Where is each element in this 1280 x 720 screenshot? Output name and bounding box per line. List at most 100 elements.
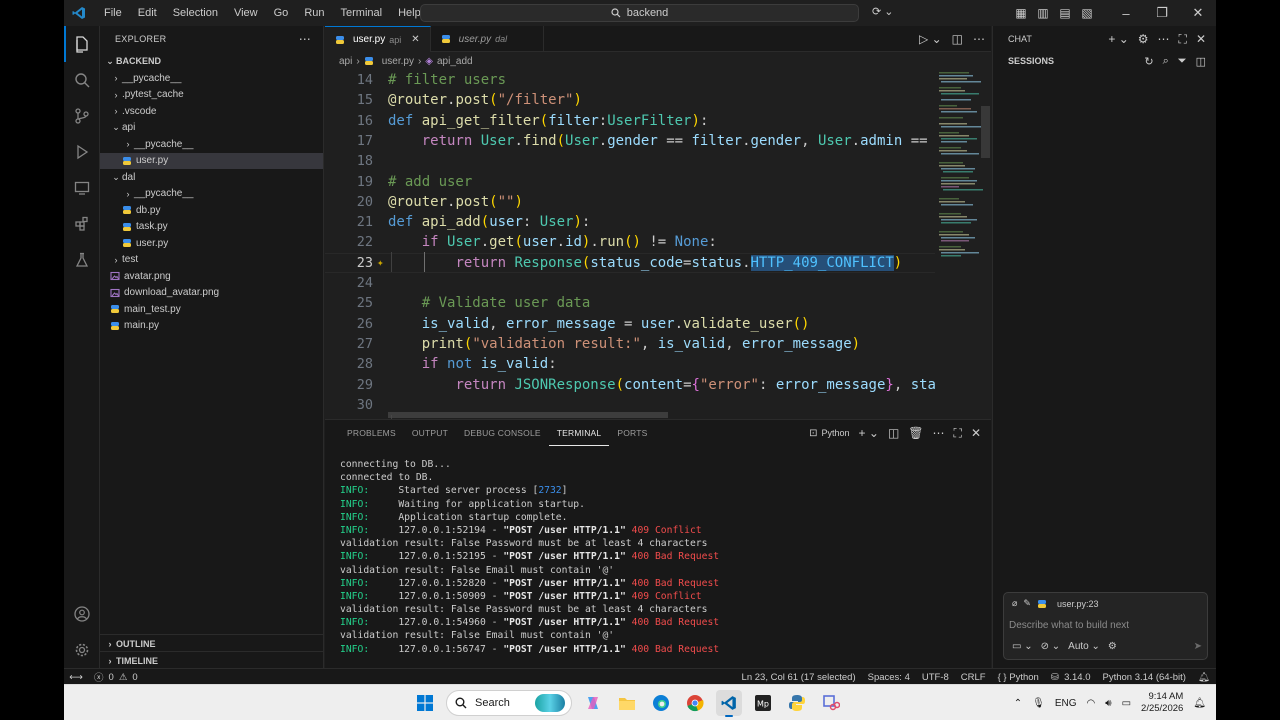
run-debug-icon[interactable] — [64, 134, 100, 170]
terminal-output[interactable]: connecting to DB... connected to DB. INFO:… — [340, 458, 980, 656]
chat-placeholder[interactable]: Describe what to build next — [1009, 620, 1129, 631]
tab-problems[interactable]: PROBLEMS — [339, 420, 404, 446]
agent-mode-icon[interactable]: ▭ ⌄ — [1012, 641, 1033, 652]
terminal-shell-selector[interactable]: ⊡ Python — [809, 428, 849, 439]
tools-icon[interactable]: ⚙ — [1108, 641, 1117, 652]
tree-item[interactable]: user.py — [100, 152, 323, 169]
tab-ports[interactable]: PORTS — [609, 420, 655, 446]
breadcrumb-item[interactable]: api — [339, 56, 352, 67]
kill-terminal-icon[interactable]: 🗑 — [908, 426, 923, 440]
manage-gear-icon[interactable] — [64, 632, 100, 668]
python-version[interactable]: ⛁ 3.14.0 — [1051, 672, 1091, 683]
tree-item[interactable]: ⌄ api — [100, 120, 323, 137]
gear-icon[interactable]: ⚙ — [1138, 32, 1149, 47]
model-picker-icon[interactable]: ⊘ ⌄ — [1041, 641, 1061, 652]
close-window-icon[interactable]: ✕ — [1180, 5, 1216, 21]
taskbar-search[interactable]: Search — [446, 690, 572, 716]
tree-item[interactable]: avatar.png — [100, 268, 323, 285]
vscode-app-icon[interactable] — [716, 690, 742, 717]
toggle-secondary-sidebar-icon[interactable]: ▧ — [1076, 6, 1098, 20]
tree-item[interactable]: › .pytest_cache — [100, 87, 323, 104]
tree-item[interactable]: db.py — [100, 202, 323, 219]
tree-item[interactable]: main_test.py — [100, 301, 323, 318]
maximize-panel-icon[interactable]: ⛶ — [954, 426, 962, 441]
end-of-line[interactable]: CRLF — [961, 672, 986, 683]
chat-input-box[interactable]: ⌀ ✎ user.py:23 Describe what to build ne… — [1003, 592, 1208, 660]
indentation[interactable]: Spaces: 4 — [868, 672, 910, 683]
toggle-view-icon[interactable]: ◫ — [1196, 55, 1206, 68]
copilot-icon[interactable]: ⟳ ⌄ — [872, 5, 894, 18]
clock[interactable]: 9:14 AM 2/25/2026 — [1141, 691, 1183, 715]
search-view-icon[interactable] — [64, 62, 100, 98]
python-app-icon[interactable] — [784, 690, 810, 716]
menu-edit[interactable]: Edit — [130, 0, 165, 26]
interpreter[interactable]: Python 3.14 (64-bit) — [1103, 672, 1186, 683]
outline-section[interactable]: › OUTLINE — [100, 634, 324, 652]
breadcrumb-item[interactable]: user.py — [382, 56, 414, 67]
show-hidden-icons-icon[interactable]: ⌃ — [1014, 698, 1022, 709]
more-actions-icon[interactable]: ⋯ — [973, 32, 985, 46]
explorer-icon[interactable] — [64, 26, 100, 62]
close-panel-icon[interactable]: ✕ — [971, 426, 981, 440]
tab-terminal[interactable]: TERMINAL — [548, 420, 610, 446]
menu-file[interactable]: File — [96, 0, 130, 26]
windows-start-icon[interactable] — [412, 690, 438, 716]
tree-item[interactable]: › test — [100, 252, 323, 269]
problems-indicator[interactable]: ⓧ 0 ⚠ 0 — [94, 669, 138, 685]
tree-item[interactable]: › __pycache__ — [100, 186, 323, 203]
more-actions-icon[interactable]: ⋯ — [933, 426, 945, 440]
toggle-panel-icon[interactable]: ▤ — [1054, 6, 1076, 20]
microphone-icon[interactable]: 🎙︎ — [1032, 698, 1045, 709]
copilot-app-icon[interactable] — [580, 690, 606, 716]
menu-run[interactable]: Run — [296, 0, 332, 26]
pin-icon[interactable]: ✎ — [1023, 598, 1031, 609]
file-explorer-icon[interactable] — [614, 690, 640, 716]
remote-explorer-icon[interactable] — [64, 170, 100, 206]
remote-indicator-icon[interactable]: ⟷ — [64, 669, 88, 684]
tree-item[interactable]: › __pycache__ — [100, 70, 323, 87]
new-terminal-icon[interactable]: + ⌄ — [859, 426, 879, 440]
media-player-icon[interactable]: Mp — [750, 690, 776, 716]
filter-icon[interactable]: ⏷ — [1178, 55, 1187, 68]
tree-item[interactable]: task.py — [100, 219, 323, 236]
search-icon[interactable]: ⌕ — [1163, 55, 1169, 68]
tab-debug-console[interactable]: DEBUG CONSOLE — [456, 420, 549, 446]
snipping-tool-icon[interactable] — [818, 690, 844, 716]
tab-user-py-dal[interactable]: user.py dal — [431, 26, 545, 52]
new-chat-icon[interactable]: + ⌄ — [1108, 32, 1128, 47]
more-actions-icon[interactable]: ⋯ — [1158, 32, 1170, 47]
split-editor-icon[interactable]: ◫ — [952, 32, 963, 46]
minimize-icon[interactable]: – — [1108, 6, 1144, 21]
attach-icon[interactable]: ⌀ — [1012, 598, 1017, 609]
maximize-icon[interactable]: ⛶ — [1179, 32, 1187, 47]
wifi-icon[interactable]: ◠ — [1087, 698, 1096, 709]
menu-view[interactable]: View — [226, 0, 266, 26]
breadcrumb-item[interactable]: api_add — [437, 56, 473, 67]
account-icon[interactable] — [64, 596, 100, 632]
close-icon[interactable]: ✕ — [1196, 32, 1206, 47]
chrome-browser-icon[interactable] — [682, 690, 708, 716]
horizontal-scrollbar[interactable] — [388, 412, 668, 418]
close-tab-icon[interactable]: ✕ — [411, 34, 419, 45]
menu-terminal[interactable]: Terminal — [333, 0, 391, 26]
encoding[interactable]: UTF-8 — [922, 672, 949, 683]
tree-item[interactable]: › .vscode — [100, 103, 323, 120]
input-language[interactable]: ENG — [1055, 698, 1077, 709]
toggle-sidebar-icon[interactable]: ▥ — [1032, 6, 1054, 20]
source-control-icon[interactable] — [64, 98, 100, 134]
more-actions-icon[interactable]: ⋯ — [299, 32, 311, 46]
tree-item[interactable]: › __pycache__ — [100, 136, 323, 153]
lightbulb-sparkle-icon[interactable]: ✦ — [377, 253, 384, 273]
tree-item[interactable]: user.py — [100, 235, 323, 252]
language-mode[interactable]: { } Python — [998, 672, 1039, 683]
battery-icon[interactable]: ▭ — [1122, 698, 1131, 709]
extensions-icon[interactable] — [64, 206, 100, 242]
tree-item[interactable]: download_avatar.png — [100, 285, 323, 302]
testing-icon[interactable] — [64, 242, 100, 278]
tab-user-py-api[interactable]: user.py api ✕ — [325, 26, 431, 52]
menu-selection[interactable]: Selection — [165, 0, 226, 26]
context-file[interactable]: user.py:23 — [1057, 599, 1099, 609]
workspace-root[interactable]: ⌄ BACKEND — [100, 52, 323, 70]
send-icon[interactable]: ➤ — [1194, 641, 1202, 652]
notifications-bell-icon[interactable]: 🔔︎ — [1198, 672, 1210, 683]
